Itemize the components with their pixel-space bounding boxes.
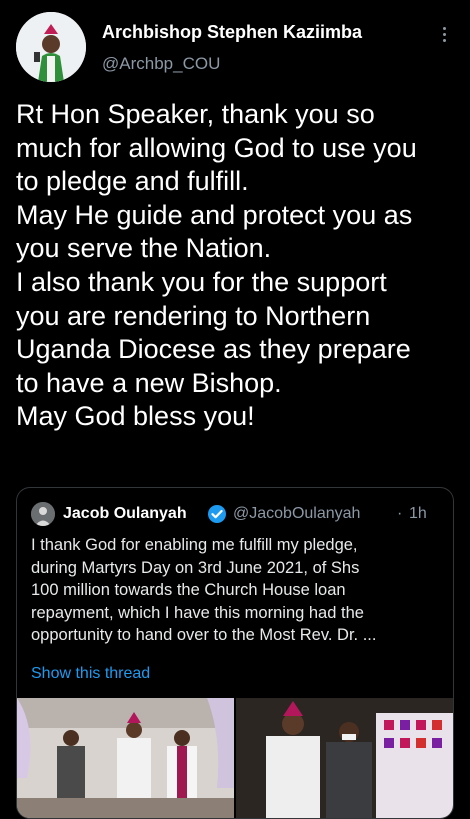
- quoted-author-name[interactable]: Jacob Oulanyah: [63, 505, 187, 523]
- timestamp-separator: ·: [397, 505, 403, 522]
- media-photo-1[interactable]: [17, 698, 234, 818]
- author-handle[interactable]: @Archbp_COU: [102, 54, 220, 74]
- author-name[interactable]: Archbishop Stephen Kaziimba: [102, 22, 362, 43]
- quoted-tweet[interactable]: Jacob Oulanyah @JacobOulanyah · 1h I tha…: [16, 487, 454, 819]
- quoted-author-avatar[interactable]: [31, 502, 55, 526]
- verified-badge-icon: [208, 505, 226, 523]
- quoted-timestamp[interactable]: 1h: [409, 505, 427, 523]
- author-avatar[interactable]: [16, 12, 86, 82]
- quoted-tweet-text: I thank God for enabling me fulfill my p…: [31, 536, 377, 644]
- tweet-text: Rt Hon Speaker, thank you so much for al…: [16, 99, 417, 432]
- quoted-tweet-header: Jacob Oulanyah @JacobOulanyah · 1h: [31, 502, 451, 528]
- more-vertical-icon[interactable]: [432, 22, 456, 46]
- quoted-author-handle[interactable]: @JacobOulanyah: [233, 505, 360, 523]
- quoted-tweet-media[interactable]: [17, 698, 453, 818]
- media-photo-2[interactable]: [236, 698, 453, 818]
- show-thread-link[interactable]: Show this thread: [31, 665, 150, 683]
- tweet-header: Archbishop Stephen Kaziimba @Archbp_COU: [0, 0, 470, 90]
